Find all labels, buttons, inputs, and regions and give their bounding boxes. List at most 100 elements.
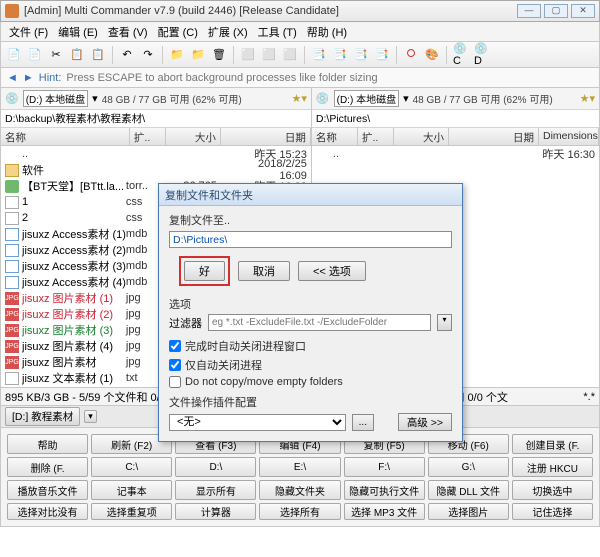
function-button[interactable]: 选择重复项 <box>91 503 172 520</box>
toolbar-icon[interactable]: 🗑 <box>210 46 228 64</box>
menu-file[interactable]: 文件 (F) <box>5 22 52 42</box>
col-date[interactable]: 日期 <box>449 128 539 145</box>
toolbar: 📄 📄 ✂ 📋 📋 ↶ ↷ 📁 📁 🗑 ⬜ ⬜ ⬜ 📑 📑 📑 📑 ⭘ 🎨 💿C… <box>0 42 600 68</box>
toolbar-icon[interactable]: ↷ <box>139 46 157 64</box>
column-headers[interactable]: 名称 扩.. 大小 日期 <box>1 128 311 146</box>
ok-button[interactable]: 好 <box>184 261 225 281</box>
function-button[interactable]: F:\ <box>344 457 425 477</box>
function-button[interactable]: 记住选择 <box>512 503 593 520</box>
toolbar-icon[interactable]: ⬜ <box>239 46 257 64</box>
separator <box>162 46 163 64</box>
function-button[interactable]: 删除 (F. <box>7 457 88 477</box>
auto-close-checkbox[interactable]: 完成时自动关闭进程窗口 <box>169 338 452 354</box>
toolbar-icon[interactable]: 📄 <box>26 46 44 64</box>
function-button[interactable]: 选择图片 <box>428 503 509 520</box>
filter-text[interactable]: *.* <box>583 391 595 403</box>
function-button[interactable]: C:\ <box>91 457 172 477</box>
toolbar-icon[interactable]: 📁 <box>168 46 186 64</box>
function-button[interactable]: 隐藏文件夹 <box>259 480 340 500</box>
maximize-button[interactable]: ▢ <box>544 4 568 18</box>
function-button[interactable]: 选择所有 <box>259 503 340 520</box>
toolbar-icon[interactable]: 📁 <box>189 46 207 64</box>
copy-to-label: 复制文件至.. <box>169 212 452 228</box>
destination-input[interactable] <box>169 231 452 248</box>
skip-empty-checkbox[interactable]: Do not copy/move empty folders <box>169 376 452 388</box>
txt-icon <box>5 372 19 385</box>
col-ext[interactable]: 扩.. <box>358 128 394 145</box>
col-name[interactable]: 名称 <box>312 128 358 145</box>
toolbar-icon[interactable]: 📋 <box>89 46 107 64</box>
toolbar-icon[interactable]: ✂ <box>47 46 65 64</box>
function-button[interactable]: 隐藏可执行文件 <box>344 480 425 500</box>
list-item[interactable]: ..昨天 16:30 <box>312 146 599 162</box>
function-button[interactable]: 创建目录 (F. <box>512 434 593 454</box>
filter-input[interactable] <box>208 314 431 331</box>
close-button[interactable]: ✕ <box>571 4 595 18</box>
function-button[interactable]: G:\ <box>428 457 509 477</box>
path-input[interactable]: D:\backup\教程素材\教程素材\ <box>1 110 311 128</box>
toolbar-icon[interactable]: 📑 <box>310 46 328 64</box>
advanced-button[interactable]: 高级 >> <box>398 413 452 431</box>
function-button[interactable]: 显示所有 <box>175 480 256 500</box>
list-item[interactable]: 软件2018/2/25 16:09 <box>1 162 311 178</box>
function-button[interactable]: 计算器 <box>175 503 256 520</box>
forward-icon[interactable]: ► <box>23 72 34 84</box>
toolbar-icon[interactable]: ⬜ <box>281 46 299 64</box>
drive-icon: 💿 <box>316 92 330 105</box>
drive-select[interactable]: (D:) 本地磁盘 <box>334 90 399 107</box>
favorite-icon[interactable]: ★▾ <box>292 92 307 105</box>
col-size[interactable]: 大小 <box>394 128 449 145</box>
col-date[interactable]: 日期 <box>221 128 311 145</box>
col-size[interactable]: 大小 <box>166 128 221 145</box>
col-ext[interactable]: 扩.. <box>130 128 166 145</box>
jpg-icon: JPG <box>5 308 19 321</box>
function-button[interactable]: D:\ <box>175 457 256 477</box>
column-headers[interactable]: 名称 扩.. 大小 日期 Dimensions <box>312 128 599 146</box>
menubar: 文件 (F) 编辑 (E) 查看 (V) 配置 (C) 扩展 (X) 工具 (T… <box>0 22 600 42</box>
menu-tools[interactable]: 工具 (T) <box>254 22 301 42</box>
function-button[interactable]: 选择 MP3 文件 <box>344 503 425 520</box>
toolbar-icon[interactable]: ↶ <box>118 46 136 64</box>
filter-dropdown-icon[interactable]: ▾ <box>437 314 452 331</box>
col-name[interactable]: 名称 <box>1 128 130 145</box>
favorite-icon[interactable]: ★▾ <box>580 92 595 105</box>
menu-help[interactable]: 帮助 (H) <box>303 22 351 42</box>
cancel-button[interactable]: 取消 <box>238 261 290 281</box>
torr-icon <box>5 180 19 193</box>
function-button[interactable]: 播放音乐文件 <box>7 480 88 500</box>
function-button[interactable]: 记事本 <box>91 480 172 500</box>
function-button[interactable]: 隐藏 DLL 文件 <box>428 480 509 500</box>
options-toggle-button[interactable]: << 选项 <box>298 261 366 281</box>
menu-view[interactable]: 查看 (V) <box>104 22 152 42</box>
function-button[interactable]: 注册 HKCU <box>512 457 593 477</box>
hint-label: Hint: <box>39 72 62 84</box>
menu-edit[interactable]: 编辑 (E) <box>54 22 102 42</box>
function-button[interactable]: 切换选中 <box>512 480 593 500</box>
toolbar-icon[interactable]: 🎨 <box>423 46 441 64</box>
minimize-button[interactable]: — <box>517 4 541 18</box>
drive-c-button[interactable]: 💿C <box>452 46 470 64</box>
toolbar-icon[interactable]: 📑 <box>331 46 349 64</box>
tab-menu-button[interactable]: ▾ <box>84 410 97 423</box>
function-button[interactable]: 帮助 <box>7 434 88 454</box>
path-input[interactable]: D:\Pictures\ <box>312 110 599 128</box>
function-button[interactable]: E:\ <box>259 457 340 477</box>
back-icon[interactable]: ◄ <box>7 72 18 84</box>
plugin-select[interactable]: <无> <box>169 414 346 431</box>
function-button[interactable]: 选择对比没有 <box>7 503 88 520</box>
toolbar-icon[interactable]: ⬜ <box>260 46 278 64</box>
mdb-icon <box>5 276 19 289</box>
col-dimensions[interactable]: Dimensions <box>539 128 599 145</box>
toolbar-icon[interactable]: 📄 <box>5 46 23 64</box>
drive-select[interactable]: (D:) 本地磁盘 <box>23 90 88 107</box>
only-auto-close-checkbox[interactable]: 仅自动关闭进程 <box>169 357 452 373</box>
panel-tab[interactable]: [D:] 教程素材 <box>5 407 80 426</box>
plugin-browse-button[interactable]: ... <box>352 414 374 431</box>
menu-extensions[interactable]: 扩展 (X) <box>204 22 252 42</box>
drive-d-button[interactable]: 💿D <box>473 46 491 64</box>
toolbar-icon[interactable]: 📑 <box>352 46 370 64</box>
menu-config[interactable]: 配置 (C) <box>154 22 202 42</box>
toolbar-icon[interactable]: 📋 <box>68 46 86 64</box>
toolbar-icon[interactable]: 📑 <box>373 46 391 64</box>
toolbar-icon[interactable]: ⭘ <box>402 46 420 64</box>
